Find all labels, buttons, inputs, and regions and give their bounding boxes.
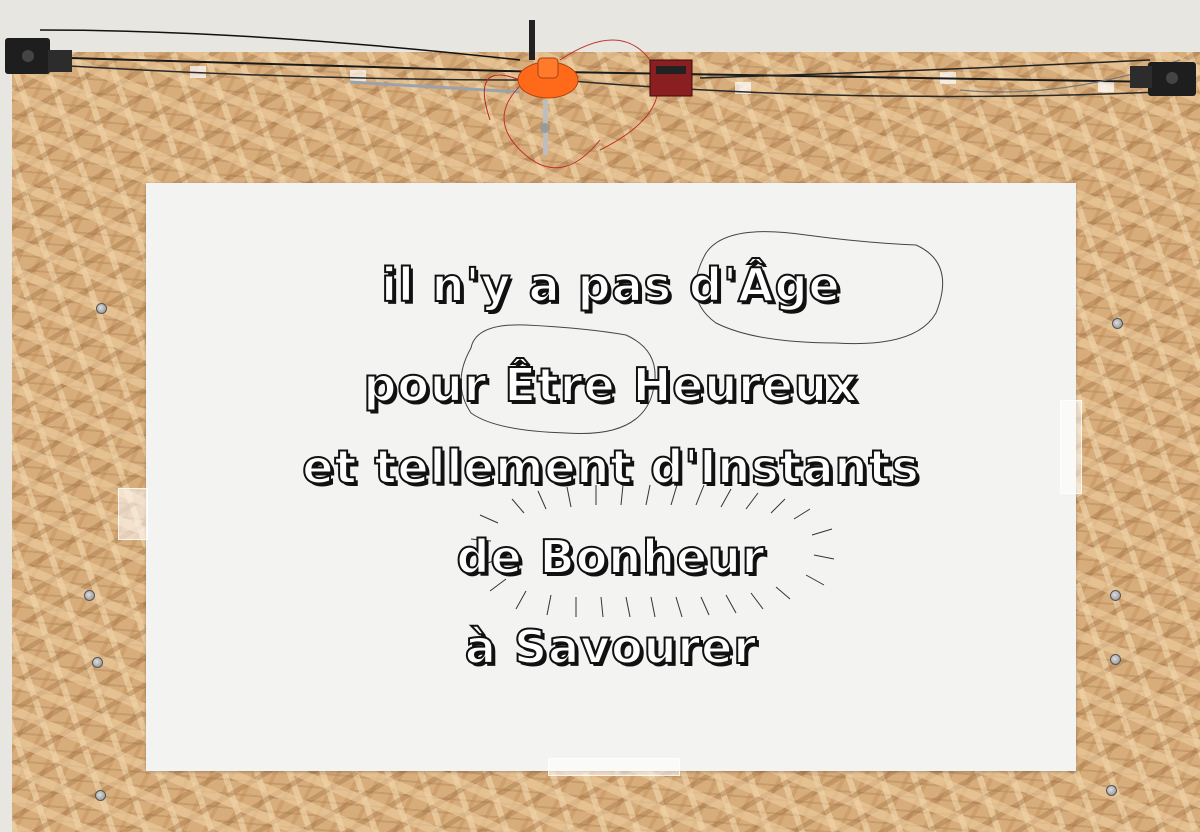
circuit-board-icon xyxy=(649,59,693,97)
red-wire xyxy=(559,39,659,151)
wall-plotter-hardware xyxy=(5,20,1196,169)
screw xyxy=(1110,654,1121,665)
poem-line-4: de Bonheur xyxy=(456,530,766,584)
screw xyxy=(84,590,95,601)
screw xyxy=(92,657,103,668)
screw xyxy=(1110,590,1121,601)
screw xyxy=(1106,785,1117,796)
cable xyxy=(39,29,521,61)
tape-strip xyxy=(118,488,148,540)
screw xyxy=(95,790,106,801)
poem-line-3: et tellement d'Instants xyxy=(301,440,920,494)
screw xyxy=(96,303,107,314)
left-stepper-motor-icon xyxy=(5,38,72,74)
screw xyxy=(1112,318,1123,329)
right-stepper-motor-icon xyxy=(1130,62,1196,96)
pen-gondola-icon xyxy=(517,20,579,155)
poem-line-1: il n'y a pas d'Âge xyxy=(380,258,841,312)
tape-strip xyxy=(350,70,366,82)
poem-line-5: à Savourer xyxy=(464,620,758,674)
red-wire xyxy=(483,74,521,121)
rail xyxy=(349,80,521,94)
poem-line-2: pour Être Heureux xyxy=(362,358,859,412)
cable xyxy=(699,59,1151,79)
cable xyxy=(69,65,541,81)
